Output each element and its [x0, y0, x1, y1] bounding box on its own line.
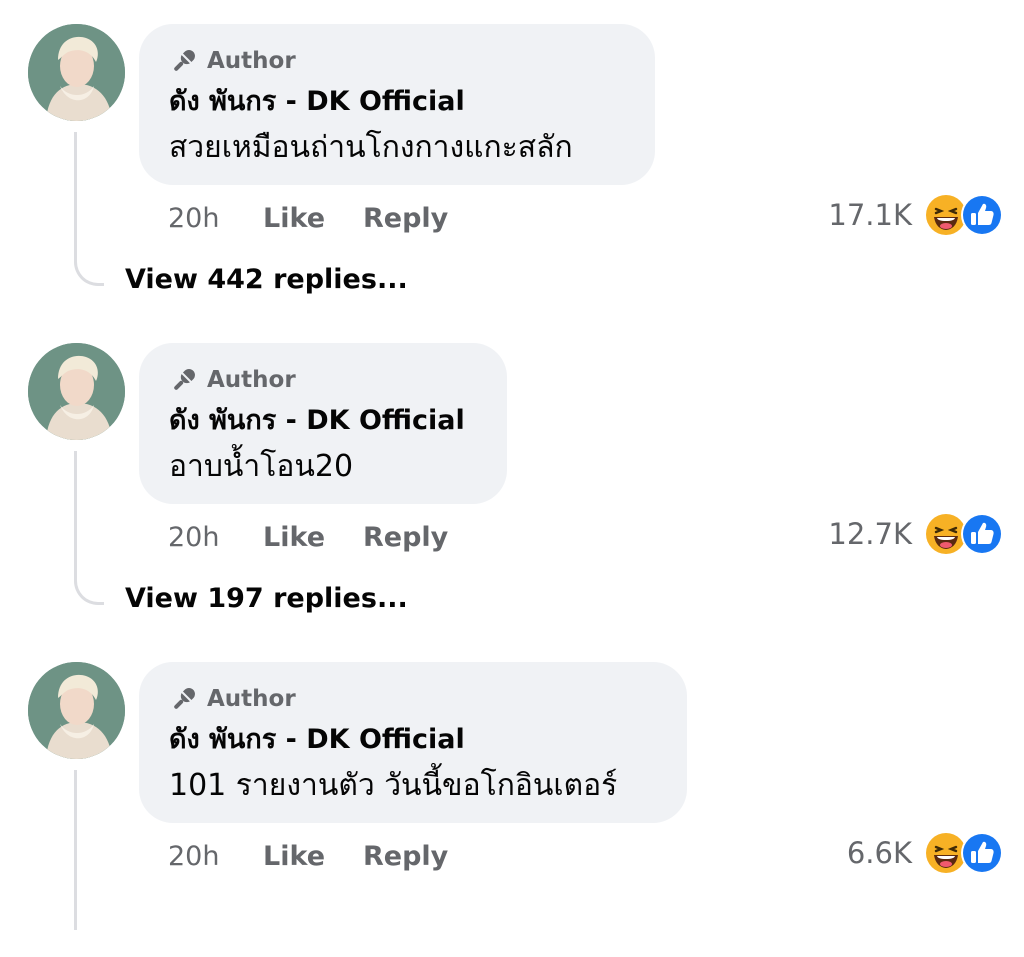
comment-actions: 20h Like Reply: [168, 836, 448, 876]
microphone-icon: [174, 50, 195, 71]
comment-item: Author ดัง พันกร - DK Official 101 รายงา…: [0, 638, 1024, 957]
avatar[interactable]: [28, 662, 125, 759]
thread-line: [74, 132, 104, 286]
like-button[interactable]: Like: [263, 522, 363, 553]
like-icon: [961, 513, 1003, 555]
author-badge: Author: [169, 682, 655, 716]
view-replies-link[interactable]: View 197 replies...: [125, 583, 408, 614]
reply-button[interactable]: Reply: [363, 203, 448, 234]
comment-author[interactable]: ดัง พันกร - DK Official: [169, 722, 655, 758]
comment-text: อาบน้ำโอน20: [169, 449, 354, 484]
thread-line: [74, 451, 104, 605]
reaction-count: 12.7K: [828, 517, 912, 551]
like-icon: [961, 194, 1003, 236]
comment-bubble: Author ดัง พันกร - DK Official 101 รายงา…: [139, 662, 687, 823]
microphone-icon: [174, 688, 195, 709]
microphone-icon: [174, 369, 195, 390]
comment-author[interactable]: ดัง พันกร - DK Official: [169, 403, 475, 439]
reaction-count: 6.6K: [846, 836, 912, 870]
avatar[interactable]: [28, 343, 125, 440]
reaction-count: 17.1K: [828, 198, 912, 232]
thread-line: [74, 770, 104, 930]
author-badge-label: Author: [207, 367, 296, 393]
like-button[interactable]: Like: [263, 203, 363, 234]
view-replies-link[interactable]: View 442 replies...: [125, 264, 408, 295]
like-button[interactable]: Like: [263, 841, 363, 872]
comment-bubble: Author ดัง พันกร - DK Official อาบน้ำโอน…: [139, 343, 507, 504]
reaction-summary[interactable]: 17.1K: [828, 193, 1006, 237]
comment-timestamp[interactable]: 20h: [168, 522, 263, 553]
author-badge-label: Author: [207, 686, 296, 712]
comment-author[interactable]: ดัง พันกร - DK Official: [169, 84, 623, 120]
comment-timestamp[interactable]: 20h: [168, 841, 263, 872]
comment-text: 101 รายงานตัว วันนี้ขอโกอินเตอร์: [169, 768, 618, 803]
comment-actions: 20h Like Reply: [168, 517, 448, 557]
comment-text: สวยเหมือนถ่านโกงกางแกะสลัก: [169, 130, 573, 165]
author-badge: Author: [169, 363, 475, 397]
reaction-summary[interactable]: 6.6K: [847, 831, 1006, 875]
comment-timestamp[interactable]: 20h: [168, 203, 263, 234]
author-badge-label: Author: [207, 48, 296, 74]
reaction-summary[interactable]: 12.7K: [828, 512, 1006, 556]
reply-button[interactable]: Reply: [363, 522, 448, 553]
reply-button[interactable]: Reply: [363, 841, 448, 872]
like-icon: [961, 832, 1003, 874]
comment-item: Author ดัง พันกร - DK Official สวยเหมือน…: [0, 0, 1024, 319]
author-badge: Author: [169, 44, 623, 78]
avatar[interactable]: [28, 24, 125, 121]
comment-actions: 20h Like Reply: [168, 198, 448, 238]
comment-item: Author ดัง พันกร - DK Official อาบน้ำโอน…: [0, 319, 1024, 638]
comment-bubble: Author ดัง พันกร - DK Official สวยเหมือน…: [139, 24, 655, 185]
